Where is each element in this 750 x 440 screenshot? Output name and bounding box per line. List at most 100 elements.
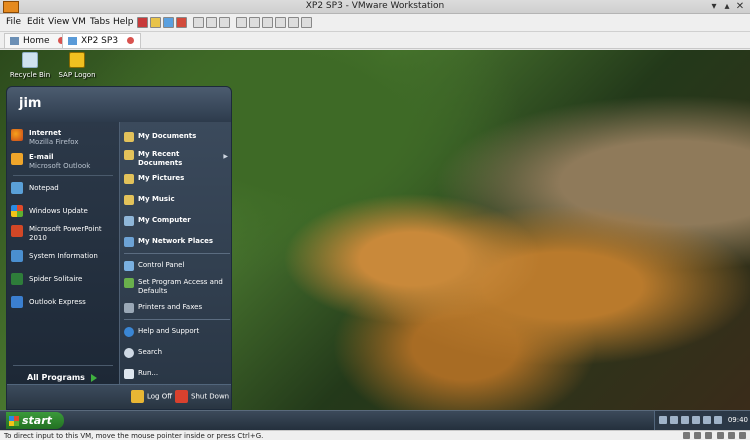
tab-xp2-sp3[interactable]: XP2 SP3 [62,33,141,48]
menu-tabs[interactable]: Tabs [90,17,110,27]
folder-documents-icon [124,132,134,142]
arrow-right-icon [90,373,97,382]
usb-icon[interactable] [716,432,724,439]
cd-drive-icon[interactable] [694,432,702,439]
tray-monitor-icon[interactable] [681,416,689,424]
system-tray: 09:40 [654,411,750,430]
snapshot-manager-icon[interactable] [219,17,230,28]
place-label: My Computer [138,216,191,224]
desktop-icon-label: Recycle Bin [9,71,51,79]
windows-logo-icon [9,416,19,426]
recent-program-label: Windows Update [29,207,88,215]
console-view-icon[interactable] [288,17,299,28]
shut-down-label: Shut Down [191,392,230,401]
snapshot-icon[interactable] [193,17,204,28]
tray-security-icon[interactable] [703,416,711,424]
pinned-subtitle: Mozilla Firefox [29,138,79,146]
tray-network-icon[interactable] [659,416,667,424]
network-icon [124,237,134,247]
tab-xp2-sp3-label: XP2 SP3 [81,36,119,46]
network-adapter-icon[interactable] [705,432,713,439]
arrow-right-icon: ▶ [223,153,228,160]
separator [13,175,113,176]
log-off-icon [131,390,144,403]
maximize-icon[interactable]: ▴ [721,1,733,13]
menu-bar: File Edit View VM Tabs Help [0,14,750,32]
taskbar-clock: 09:40 [727,416,748,424]
vm-screen[interactable]: Recycle Bin SAP Logon jim Internet Mozill… [0,50,750,430]
menu-view[interactable]: View [48,17,69,27]
outlook-icon [11,153,23,165]
home-icon [10,37,19,45]
shut-down-button[interactable]: Shut Down [175,390,229,403]
place-label: My Network Places [138,237,214,245]
pinned-subtitle: Microsoft Outlook [29,162,91,170]
recent-program-label: Spider Solitaire [29,275,83,283]
start-button[interactable]: start [6,412,64,429]
place-label: Set Program Access and Defaults [138,278,223,295]
tray-volume-icon[interactable] [670,416,678,424]
computer-icon [124,216,134,226]
tray-search-icon[interactable] [692,416,700,424]
menu-vm[interactable]: VM [72,17,86,27]
tab-bar: Home XP2 SP3 [0,32,750,49]
window-title-bar: XP2 SP3 - VMware Workstation ▾ ▴ ✕ [0,0,750,14]
folder-recent-icon [124,150,134,160]
power-off-icon[interactable] [137,17,148,28]
place-label: Help and Support [138,327,200,335]
log-off-label: Log Off [147,392,173,401]
power-on-icon[interactable] [163,17,174,28]
all-programs-button[interactable]: All Programs [27,373,97,382]
place-label: Printers and Faxes [138,303,203,311]
revert-snapshot-icon[interactable] [206,17,217,28]
minimize-icon[interactable]: ▾ [708,1,720,13]
recent-program-label: Outlook Express [29,298,86,306]
pinned-title: Internet [29,129,62,137]
start-menu-user-name: jim [7,87,231,122]
suspend-icon[interactable] [150,17,161,28]
pinned-title: E-mail [29,153,54,161]
reset-icon[interactable] [176,17,187,28]
run-icon [124,369,134,379]
start-menu-footer: Log Off Shut Down [7,384,231,409]
hard-disk-icon[interactable] [682,432,690,439]
place-label: Search [138,348,163,356]
unity-icon[interactable] [275,17,286,28]
display-icon[interactable] [739,432,746,439]
program-access-icon [124,278,134,288]
stretch-view-icon[interactable] [301,17,312,28]
desktop-icon-label: SAP Logon [58,71,96,79]
firefox-icon [11,129,23,141]
close-tab-icon[interactable] [126,37,134,44]
sound-card-icon[interactable] [727,432,735,439]
place-label: My Music [138,195,175,203]
sap-logon-icon [69,52,85,68]
start-label: start [22,414,52,427]
recent-program-label: Microsoft PowerPoint 2010 [29,225,102,242]
sidebar-toggle-icon[interactable] [236,17,247,28]
help-icon [124,327,134,337]
status-bar: To direct input to this VM, move the mou… [0,430,750,440]
place-label: Run... [138,369,159,377]
fullscreen-icon[interactable] [262,17,273,28]
all-programs-label: All Programs [27,373,85,382]
vm-icon [68,37,77,45]
menu-edit[interactable]: Edit [27,17,44,27]
search-icon [124,348,134,358]
outlook-express-icon [11,296,23,308]
place-label: My Documents [138,132,197,140]
thumbnail-icon[interactable] [249,17,260,28]
menu-file[interactable]: File [6,17,21,27]
log-off-button[interactable]: Log Off [131,390,172,403]
folder-pictures-icon [124,174,134,184]
desktop-icon-sap-logon[interactable]: SAP Logon [47,52,107,79]
recent-program-label: System Information [29,252,98,260]
tray-vmware-icon[interactable] [714,416,722,424]
close-icon[interactable]: ✕ [734,1,746,13]
tab-home-label: Home [23,36,50,46]
powerpoint-icon [11,225,23,237]
start-menu-right-pane: My Documents My Recent Documents ▶ My Pi… [119,122,231,384]
taskbar: start 09:40 [0,410,750,430]
menu-help[interactable]: Help [113,17,134,27]
place-label: My Pictures [138,174,185,182]
